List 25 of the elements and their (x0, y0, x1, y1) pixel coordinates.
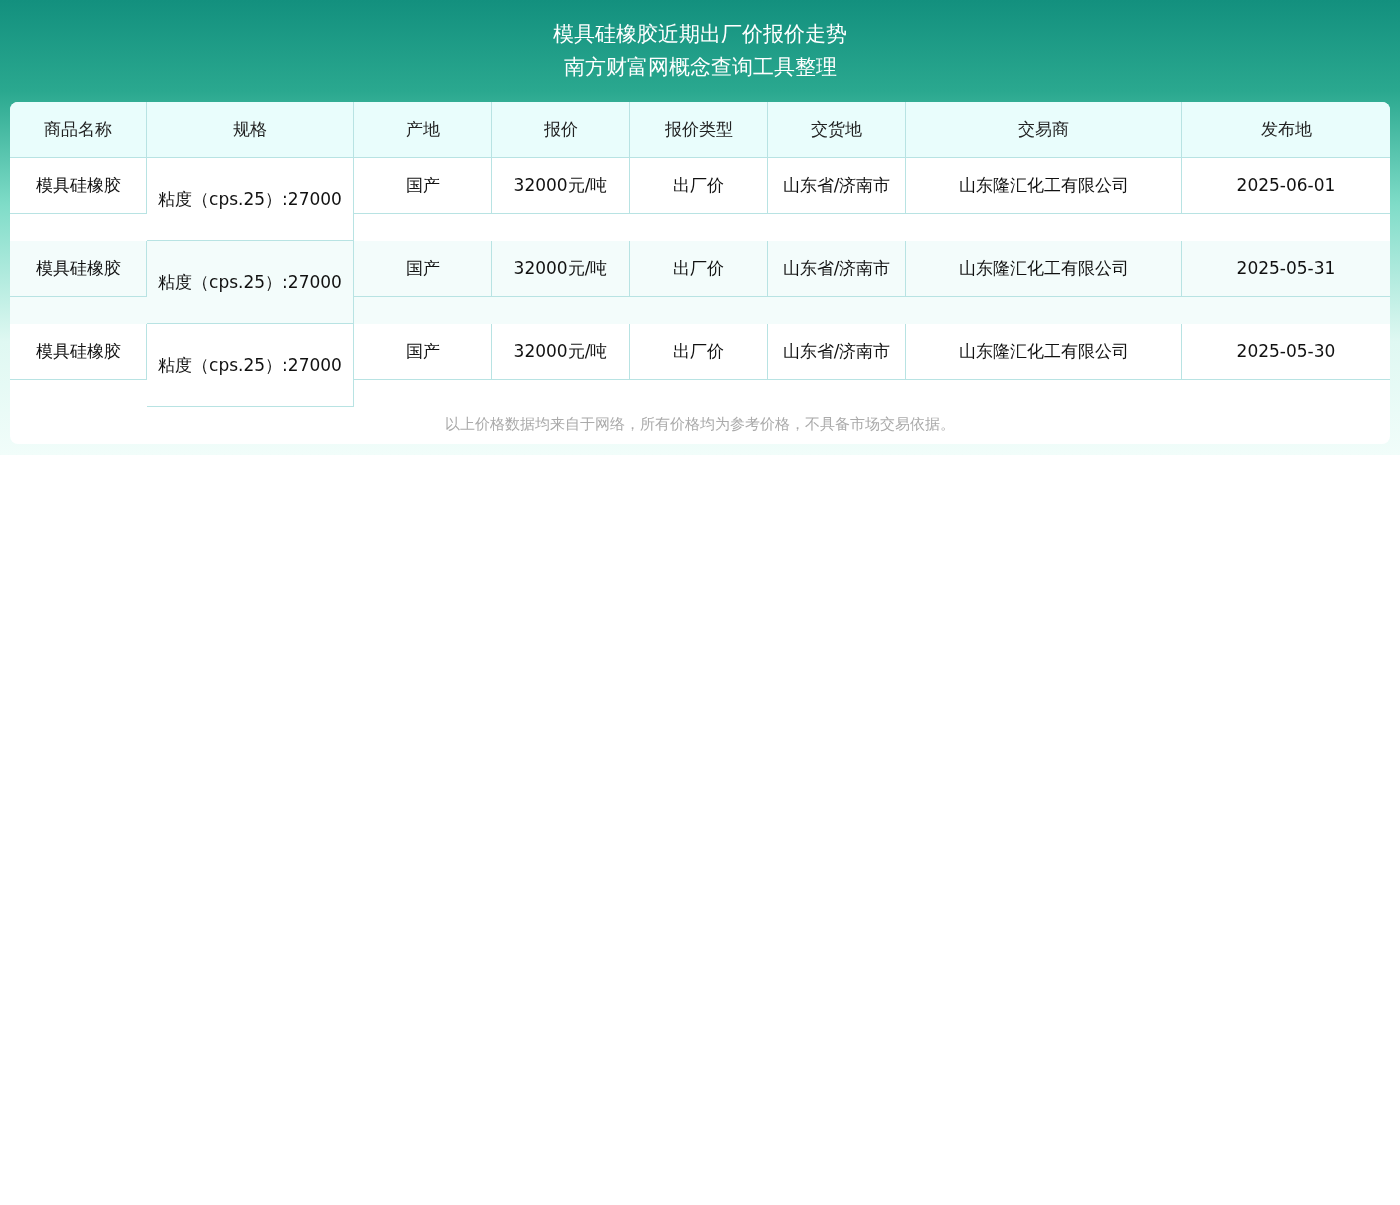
table-cell: 山东隆汇化工有限公司 (906, 158, 1182, 214)
table-cell: 出厂价 (630, 158, 768, 214)
table-cell: 32000元/吨 (492, 241, 630, 297)
table-cell: 出厂价 (630, 324, 768, 380)
table-cell: 国产 (354, 241, 492, 297)
disclaimer-text: 以上价格数据均来自于网络，所有价格均为参考价格，不具备市场交易依据。 (444, 414, 956, 435)
table-cell: 模具硅橡胶 (10, 241, 147, 297)
page-title: 模具硅橡胶近期出厂价报价走势 (552, 21, 848, 48)
table-cell: 出厂价 (630, 241, 768, 297)
table-cell: 2025-05-31 (1182, 241, 1390, 297)
table-cell: 国产 (354, 324, 492, 380)
table-cell: 2025-05-30 (1182, 324, 1390, 380)
page-subtitle: 南方财富网概念查询工具整理 (562, 54, 838, 81)
table-cell: 山东省/济南市 (768, 241, 906, 297)
table-cell: 模具硅橡胶 (10, 324, 147, 380)
table-cell: 模具硅橡胶 (10, 158, 147, 214)
table-cell: 2025-06-01 (1182, 158, 1390, 214)
table-cell: 山东省/济南市 (768, 158, 906, 214)
table-cell: 32000元/吨 (492, 324, 630, 380)
table-cell: 国产 (354, 158, 492, 214)
table-cell: 山东隆汇化工有限公司 (906, 241, 1182, 297)
table-cell: 山东省/济南市 (768, 324, 906, 380)
table-cell: 粘度（cps.25）:27000 (147, 324, 354, 407)
table-cell: 32000元/吨 (492, 158, 630, 214)
table-cell: 山东隆汇化工有限公司 (906, 324, 1182, 380)
